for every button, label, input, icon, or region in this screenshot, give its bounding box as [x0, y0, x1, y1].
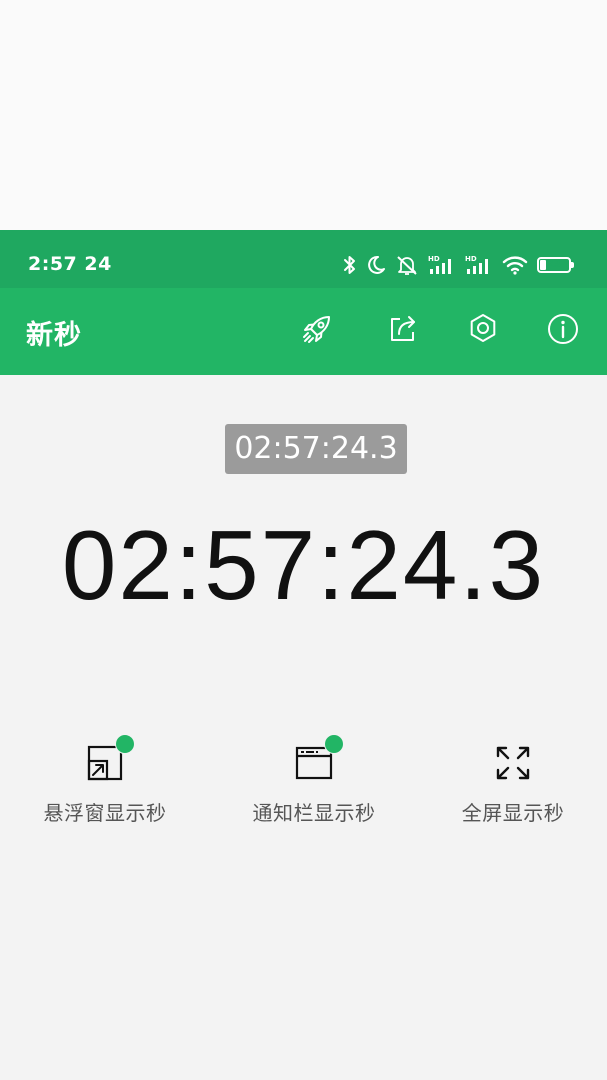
status-icons: HD HD 23 — [343, 252, 574, 278]
info-icon — [546, 312, 580, 350]
status-time: 2:57 24 — [28, 253, 112, 275]
bluetooth-icon — [343, 254, 357, 276]
battery-level: 23 — [547, 259, 561, 270]
status-bar: 2:57 24 HD HD 23 — [0, 230, 607, 288]
enabled-badge — [324, 734, 344, 754]
fullscreen-label: 全屏显示秒 — [461, 801, 565, 825]
share-icon — [387, 313, 419, 349]
status-clock: 2:57 — [28, 253, 78, 275]
hd-signal-icon: HD — [465, 254, 493, 276]
settings-icon — [466, 312, 500, 350]
fullscreen-icon — [493, 743, 533, 783]
svg-text:HD: HD — [465, 255, 477, 263]
notification-bar-button[interactable]: 通知栏显示秒 — [229, 734, 399, 826]
status-seconds: 24 — [84, 253, 112, 275]
time-display: 02:57:24.3 — [61, 510, 546, 620]
hd-signal-icon: HD — [428, 254, 456, 276]
time-preview-chip: 02:57:24.3 — [225, 424, 407, 474]
battery-icon: 23 — [537, 257, 574, 273]
rocket-icon — [300, 312, 334, 350]
bell-off-icon — [395, 254, 419, 276]
rocket-button[interactable] — [299, 313, 335, 349]
phone-screen: 2:57 24 HD HD 23 新秒 02:57:24.3 02:57:24.… — [0, 230, 607, 1080]
share-button[interactable] — [385, 313, 421, 349]
enabled-badge — [115, 734, 135, 754]
main-content: 02:57:24.3 02:57:24.3 悬浮窗显示秒 通知栏显示秒 全屏显示… — [0, 375, 607, 1080]
notification-window-icon — [294, 734, 344, 783]
info-button[interactable] — [545, 313, 581, 349]
floating-window-button[interactable]: 悬浮窗显示秒 — [20, 734, 190, 826]
moon-icon — [366, 255, 386, 275]
floating-window-label: 悬浮窗显示秒 — [43, 801, 167, 825]
app-bar: 新秒 — [0, 288, 607, 375]
svg-text:HD: HD — [428, 255, 440, 263]
app-title: 新秒 — [26, 320, 82, 351]
settings-button[interactable] — [465, 313, 501, 349]
floating-window-icon — [85, 734, 135, 783]
top-blank-area — [0, 0, 607, 230]
fullscreen-button[interactable]: 全屏显示秒 — [428, 743, 598, 826]
notification-bar-label: 通知栏显示秒 — [252, 801, 376, 825]
wifi-icon — [502, 255, 528, 275]
